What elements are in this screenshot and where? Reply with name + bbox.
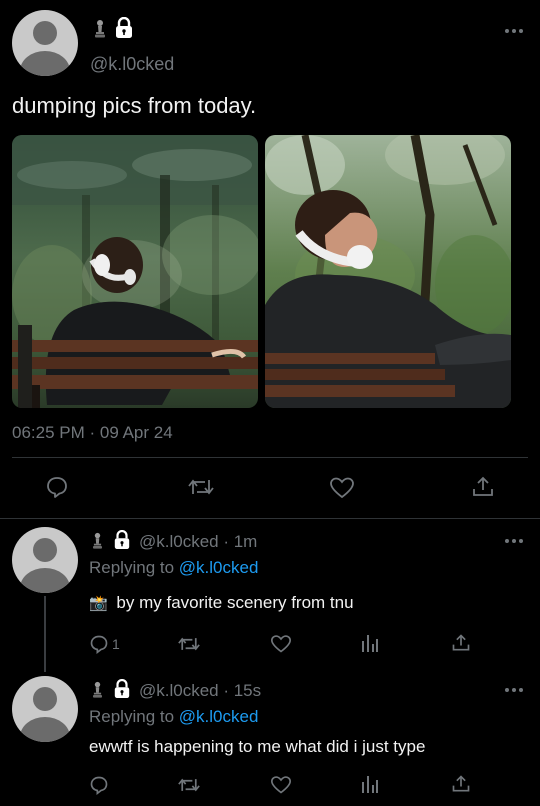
tweet-photo-2[interactable] bbox=[265, 135, 511, 408]
chess-pawn-icon bbox=[95, 20, 105, 38]
avatar[interactable] bbox=[12, 676, 78, 742]
replying-to: Replying to @k.l0cked bbox=[89, 558, 258, 578]
replying-to-prefix: Replying to bbox=[89, 707, 179, 726]
reply-count: 1 bbox=[112, 636, 120, 652]
divider bbox=[12, 457, 528, 458]
divider bbox=[0, 518, 540, 519]
camera-flash-emoji: 📸 bbox=[89, 595, 108, 612]
share-icon[interactable] bbox=[451, 633, 471, 653]
replying-to-handle[interactable]: @k.l0cked bbox=[179, 707, 259, 726]
thread-line bbox=[44, 596, 46, 672]
tweet-photo-1[interactable] bbox=[12, 135, 258, 408]
like-icon[interactable] bbox=[270, 634, 292, 654]
lock-icon bbox=[114, 679, 130, 698]
reply-icon[interactable] bbox=[89, 634, 109, 654]
avatar[interactable] bbox=[12, 527, 78, 593]
like-icon[interactable] bbox=[329, 476, 355, 500]
like-icon[interactable] bbox=[270, 775, 292, 795]
retweet-icon[interactable] bbox=[178, 634, 200, 654]
tweet-text: dumping pics from today. bbox=[12, 93, 257, 118]
reply-handle-time[interactable]: @k.l0cked · 1m bbox=[139, 532, 257, 552]
more-options-icon[interactable] bbox=[505, 28, 523, 34]
retweet-icon[interactable] bbox=[188, 476, 214, 498]
more-options-icon[interactable] bbox=[505, 687, 523, 693]
analytics-icon[interactable] bbox=[361, 774, 379, 794]
chess-pawn-icon bbox=[93, 532, 102, 549]
lock-icon bbox=[114, 530, 130, 549]
more-options-icon[interactable] bbox=[505, 538, 523, 544]
reply-text: 📸 by my favorite scenery from tnu bbox=[89, 593, 354, 613]
author-handle[interactable]: @k.l0cked bbox=[90, 54, 174, 75]
reply-icon[interactable] bbox=[45, 475, 69, 499]
replying-to: Replying to @k.l0cked bbox=[89, 707, 258, 727]
share-icon[interactable] bbox=[471, 475, 495, 499]
retweet-icon[interactable] bbox=[178, 775, 200, 795]
reply-text: ewwtf is happening to me what did i just… bbox=[89, 737, 426, 756]
reply-body: by my favorite scenery from tnu bbox=[116, 593, 354, 612]
reply-handle-time[interactable]: @k.l0cked · 15s bbox=[139, 681, 261, 701]
analytics-icon[interactable] bbox=[361, 633, 379, 653]
replying-to-handle[interactable]: @k.l0cked bbox=[179, 558, 259, 577]
replying-to-prefix: Replying to bbox=[89, 558, 179, 577]
share-icon[interactable] bbox=[451, 774, 471, 794]
avatar[interactable] bbox=[12, 10, 78, 76]
reply-icon[interactable] bbox=[89, 775, 109, 795]
tweet-timestamp[interactable]: 06:25 PM · 09 Apr 24 bbox=[12, 423, 173, 443]
chess-pawn-icon bbox=[93, 681, 102, 698]
lock-icon bbox=[116, 17, 132, 38]
